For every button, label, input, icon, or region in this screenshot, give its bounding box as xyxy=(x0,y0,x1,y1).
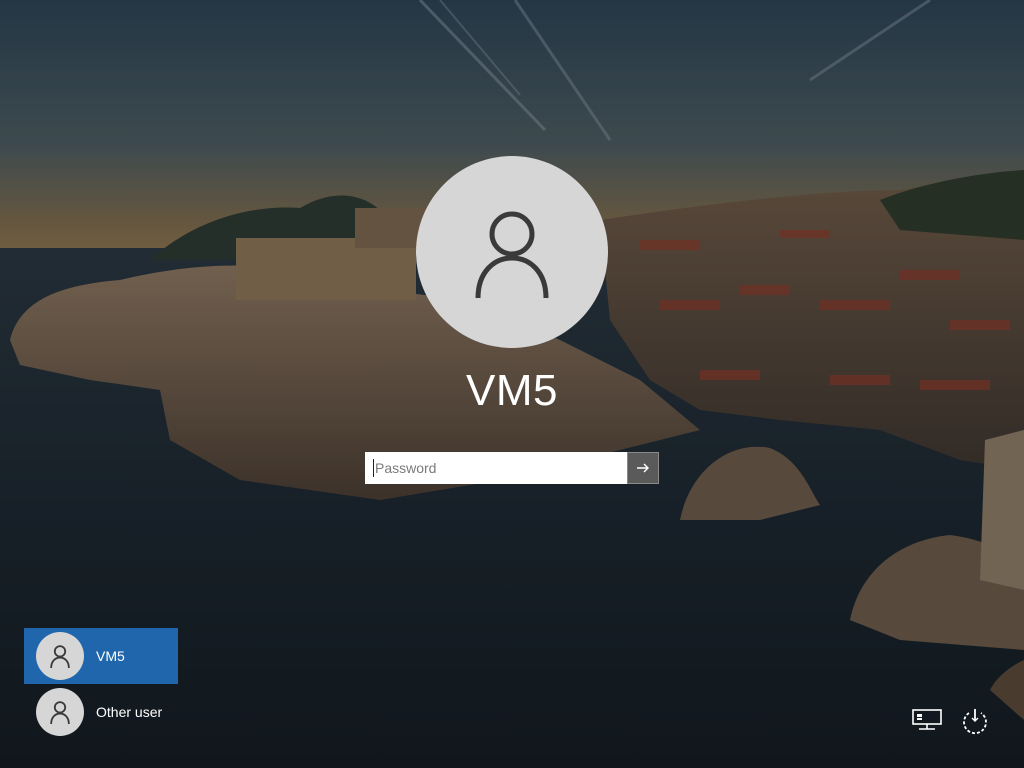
user-list-label: Other user xyxy=(96,704,163,720)
user-silhouette-icon xyxy=(475,211,549,299)
network-button[interactable] xyxy=(910,704,944,738)
user-silhouette-icon xyxy=(50,645,70,669)
user-avatar-small xyxy=(36,688,84,736)
arrow-right-icon xyxy=(637,463,649,473)
power-icon xyxy=(963,709,987,735)
user-silhouette-icon xyxy=(50,701,70,725)
user-list-item-vm5[interactable]: VM5 xyxy=(24,628,178,684)
user-avatar-small xyxy=(36,632,84,680)
submit-button[interactable] xyxy=(627,452,659,484)
password-input[interactable] xyxy=(365,452,627,484)
text-caret xyxy=(373,459,374,477)
user-list-label: VM5 xyxy=(96,648,125,664)
power-button[interactable] xyxy=(958,704,992,738)
user-avatar xyxy=(416,156,608,348)
network-icon xyxy=(912,709,942,730)
current-username: VM5 xyxy=(466,366,558,415)
user-list-item-other-user[interactable]: Other user xyxy=(24,684,178,740)
password-box xyxy=(365,452,659,484)
